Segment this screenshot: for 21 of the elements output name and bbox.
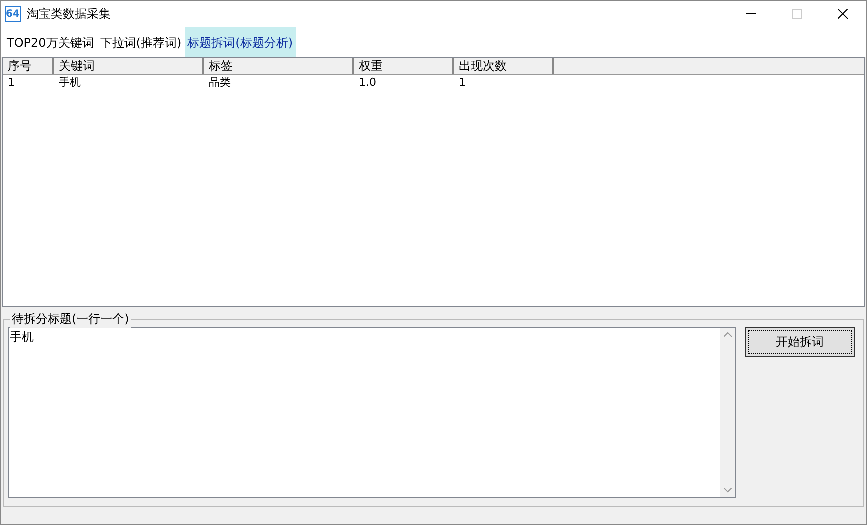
table-cell-text: 1.0 <box>358 75 378 91</box>
group-label: 待拆分标题(一行一个) <box>10 311 132 328</box>
column-header[interactable]: 关键词 <box>54 58 204 74</box>
table-cell-text: 品类 <box>208 75 232 91</box>
column-header[interactable]: 序号 <box>3 58 54 74</box>
scroll-down-icon[interactable] <box>724 488 732 493</box>
scrollbar[interactable] <box>720 328 735 497</box>
tab[interactable]: 标题拆词(标题分析) <box>184 27 296 57</box>
app-icon: 64 <box>5 6 21 22</box>
window-title: 淘宝类数据采集 <box>27 6 112 22</box>
column-header[interactable]: 标签 <box>204 58 354 74</box>
table-cell-text: 1 <box>458 75 467 91</box>
table-cell-text: 手机 <box>58 75 82 91</box>
title-input-field[interactable]: 手机 <box>8 327 736 498</box>
table-cell-text: 1 <box>7 75 16 91</box>
close-icon <box>838 9 848 19</box>
column-header[interactable]: 权重 <box>354 58 454 74</box>
scroll-up-icon[interactable] <box>724 332 732 337</box>
column-header[interactable]: 出现次数 <box>454 58 554 74</box>
maximize-icon <box>792 9 802 19</box>
start-split-button[interactable]: 开始拆词 <box>745 327 855 357</box>
